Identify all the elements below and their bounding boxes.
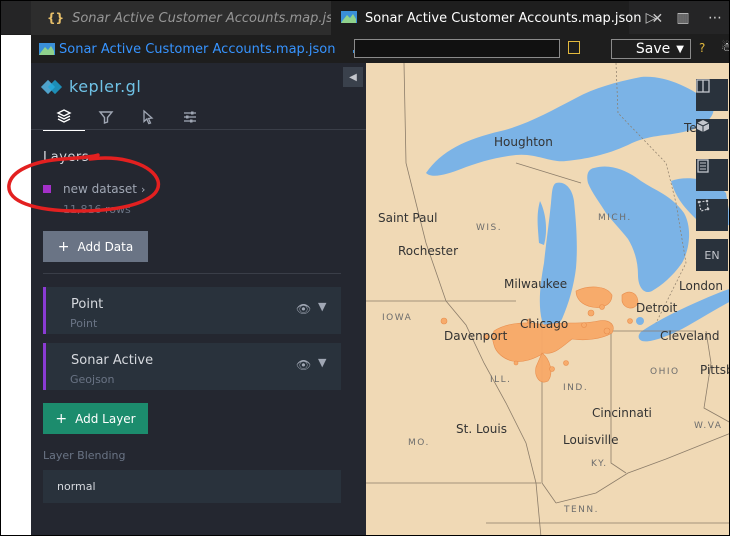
layer-type: Geojson bbox=[70, 373, 115, 386]
tab-json-file[interactable]: {} Sonar Active Customer Accounts.map.js… bbox=[31, 1, 349, 35]
layers-icon bbox=[56, 109, 72, 123]
map-label-ky: KY. bbox=[591, 459, 608, 469]
run-icon[interactable]: ▷ bbox=[635, 10, 667, 26]
layer-panel-sonar-active[interactable]: Sonar Active Geojson 👁 ▼ bbox=[43, 343, 341, 390]
map-label-te: Te bbox=[684, 121, 697, 135]
save-button[interactable]: Save ▼ bbox=[611, 39, 691, 59]
kepler-logo: kepler.gl bbox=[40, 77, 142, 96]
map-icon bbox=[341, 10, 357, 27]
layer-panel-point[interactable]: Point Point 👁 ▼ bbox=[43, 287, 341, 334]
section-divider bbox=[43, 273, 341, 274]
tab-actions: ▷ ▥ ⋯ bbox=[635, 1, 729, 35]
map-file-icon bbox=[39, 43, 55, 55]
more-actions-icon[interactable]: ⋯ bbox=[699, 10, 729, 26]
map-label-detroit: Detroit bbox=[636, 301, 678, 315]
layer-type: Point bbox=[70, 317, 98, 330]
filter-icon bbox=[98, 111, 114, 124]
map-label-wva: W.VA bbox=[694, 421, 723, 431]
webview-toolbar: Sonar Active Customer Accounts.map.json … bbox=[31, 35, 729, 63]
cursor-icon bbox=[143, 109, 154, 125]
snowman-icon[interactable]: ☃ bbox=[721, 40, 729, 54]
split-map-button[interactable] bbox=[696, 79, 728, 111]
save-label: Save bbox=[635, 41, 671, 57]
chevron-down-icon[interactable]: ▼ bbox=[318, 356, 326, 369]
kepler-side-panel: kepler.gl ◀ Layers new dataset › 11,816 … bbox=[7, 63, 366, 535]
lake-st-clair bbox=[636, 317, 644, 325]
sliders-icon bbox=[184, 111, 196, 123]
collapse-panel-button[interactable]: ◀ bbox=[343, 67, 363, 87]
brand-name: kepler.gl bbox=[69, 77, 142, 96]
locale-button[interactable]: EN bbox=[696, 239, 728, 271]
tab-filters[interactable] bbox=[85, 103, 127, 131]
map-label-cincinnati: Cincinnati bbox=[592, 406, 652, 420]
map-label-iowa: IOWA bbox=[382, 313, 413, 323]
panel-nav-tabs bbox=[43, 103, 211, 131]
map-label-milwaukee: Milwaukee bbox=[504, 277, 568, 291]
tab-map-preview[interactable]: Sonar Active Customer Accounts.map.json … bbox=[331, 1, 663, 35]
legend-icon bbox=[697, 159, 709, 173]
map-canvas[interactable]: Houghton Saint Paul Rochester Milwaukee … bbox=[366, 63, 729, 535]
map-label-chicago: Chicago bbox=[520, 317, 569, 331]
map-label-mo: MO. bbox=[408, 438, 430, 448]
kepler-logo-icon bbox=[40, 79, 63, 94]
plus-icon: + bbox=[55, 410, 68, 427]
lake-michigan bbox=[539, 182, 577, 328]
map-label-louisville: Louisville bbox=[563, 433, 619, 447]
tab-label: Sonar Active Customer Accounts.map.json bbox=[365, 11, 642, 26]
map-label-saint-paul: Saint Paul bbox=[378, 211, 438, 225]
legend-button[interactable] bbox=[696, 159, 728, 191]
map-label-cleveland: Cleveland bbox=[660, 329, 720, 343]
map-label-ill: ILL. bbox=[490, 375, 512, 385]
map-label-wis: WIS. bbox=[476, 223, 503, 233]
tab-label: Sonar Active Customer Accounts.map.json bbox=[72, 10, 350, 26]
lake-superior bbox=[426, 76, 714, 176]
map-label-mich: MICH. bbox=[598, 213, 632, 223]
map-label-davenport: Davenport bbox=[444, 329, 508, 343]
basemap bbox=[366, 63, 729, 535]
add-data-button[interactable]: + Add Data bbox=[43, 231, 148, 262]
3d-view-button[interactable] bbox=[696, 119, 728, 151]
split-map-icon bbox=[696, 79, 710, 93]
map-label-london: London bbox=[679, 279, 723, 293]
eye-icon[interactable]: 👁 bbox=[296, 302, 311, 316]
map-label-pittsburgh: Pittsb bbox=[700, 363, 729, 377]
editor-tab-bar: {} Sonar Active Customer Accounts.map.js… bbox=[1, 1, 729, 35]
url-input[interactable] bbox=[354, 39, 560, 58]
draw-button[interactable] bbox=[696, 199, 728, 231]
chevron-down-icon[interactable]: ▼ bbox=[318, 300, 326, 313]
map-label-ohio: OHIO bbox=[650, 367, 680, 377]
draw-polygon-icon bbox=[697, 199, 710, 212]
add-layer-button[interactable]: + Add Layer bbox=[43, 403, 148, 434]
eye-icon[interactable]: 👁 bbox=[296, 358, 311, 372]
green-bay bbox=[537, 201, 547, 245]
map-label-rochester: Rochester bbox=[398, 244, 458, 258]
map-label-st-louis: St. Louis bbox=[456, 422, 507, 436]
plus-icon: + bbox=[57, 238, 70, 255]
map-label-tenn: TENN. bbox=[564, 505, 600, 515]
annotation-circle bbox=[7, 153, 161, 213]
app-window: {} Sonar Active Customer Accounts.map.js… bbox=[0, 0, 730, 536]
add-data-label: Add Data bbox=[77, 239, 134, 254]
layer-blending-select[interactable]: normal bbox=[43, 470, 341, 503]
cube-icon bbox=[696, 120, 710, 132]
layer-blending-label: Layer Blending bbox=[43, 449, 126, 462]
chevron-down-icon: ▼ bbox=[676, 43, 684, 55]
tab-layers[interactable] bbox=[43, 103, 85, 131]
add-layer-label: Add Layer bbox=[75, 411, 136, 426]
file-link[interactable]: Sonar Active Customer Accounts.map.json bbox=[59, 42, 336, 57]
map-label-houghton: Houghton bbox=[494, 135, 553, 149]
help-icon[interactable]: ? bbox=[699, 41, 705, 55]
split-editor-icon[interactable]: ▥ bbox=[667, 10, 699, 26]
nav-divider bbox=[31, 129, 366, 130]
layer-name: Point bbox=[71, 297, 104, 312]
left-gutter bbox=[1, 35, 31, 535]
json-brace-icon: {} bbox=[47, 11, 65, 25]
layer-name: Sonar Active bbox=[71, 353, 154, 368]
tab-base-map[interactable] bbox=[169, 103, 211, 131]
map-label-ind: IND. bbox=[563, 383, 589, 393]
tab-interactions[interactable] bbox=[127, 103, 169, 131]
list-icon[interactable] bbox=[568, 41, 580, 54]
